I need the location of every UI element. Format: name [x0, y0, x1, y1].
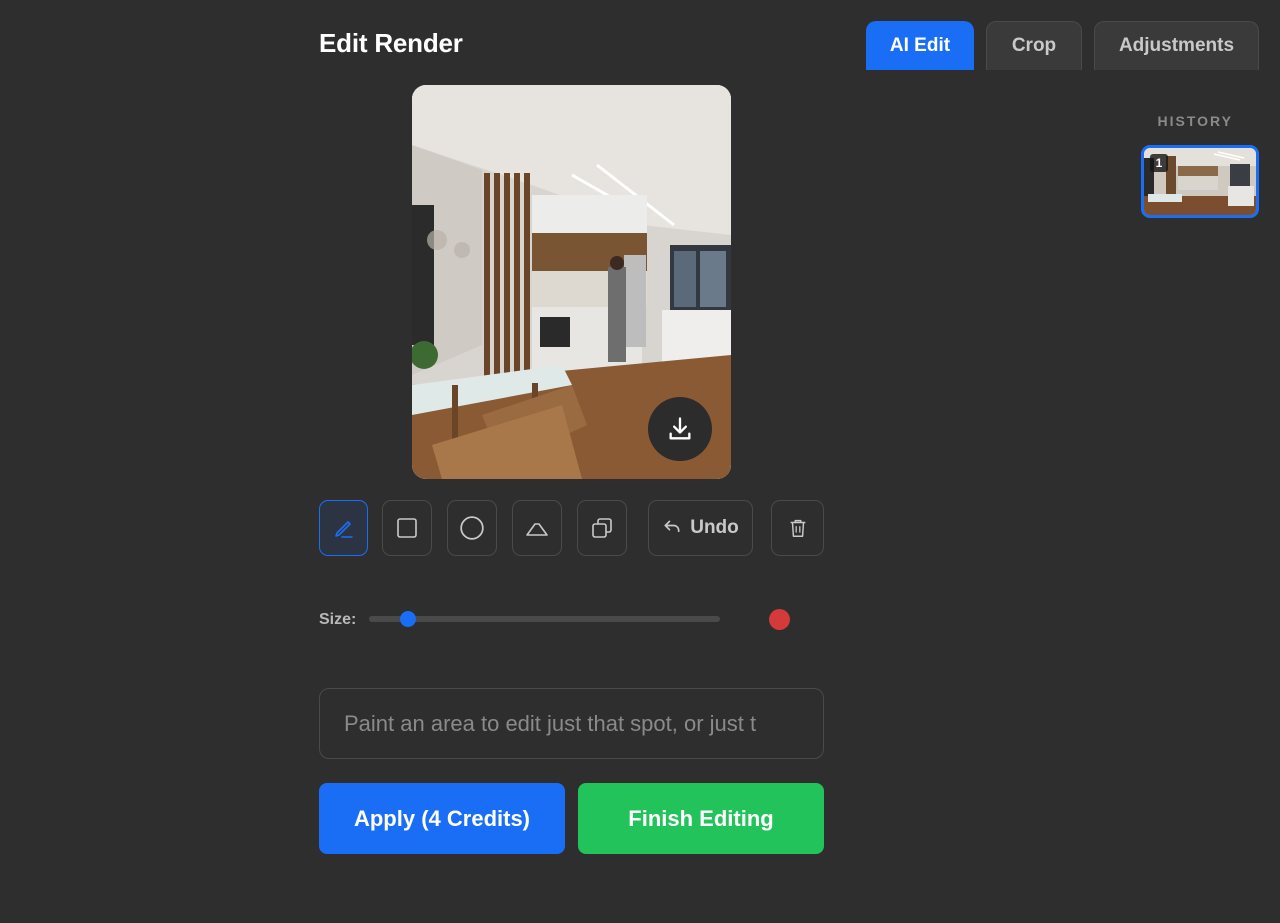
brush-size-label: Size: [319, 611, 357, 628]
tab-bar: AI Edit Crop Adjustments [866, 21, 1259, 70]
pencil-icon [334, 521, 353, 538]
history-heading: HISTORY [1157, 113, 1233, 129]
delete-button[interactable] [771, 500, 824, 556]
finish-editing-button[interactable]: Finish Editing [578, 783, 824, 854]
undo-button[interactable]: Undo [648, 500, 753, 556]
edit-render-page: Edit Render AI Edit Crop Adjustments HIS… [0, 0, 1280, 923]
circle-tool-button[interactable] [447, 500, 497, 556]
edit-prompt-input[interactable] [319, 688, 824, 759]
tab-ai-edit[interactable]: AI Edit [866, 21, 974, 70]
history-item[interactable]: 1 [1141, 145, 1259, 218]
undo-label: Undo [690, 517, 739, 538]
tab-adjustments[interactable]: Adjustments [1094, 21, 1259, 70]
rectangle-tool-button[interactable] [382, 500, 432, 556]
triangle-icon [526, 523, 548, 536]
tab-crop[interactable]: Crop [986, 21, 1082, 70]
brush-color-swatch[interactable] [769, 609, 790, 630]
history-item-number: 1 [1150, 154, 1168, 172]
copy-tool-button[interactable] [577, 500, 627, 556]
trash-icon [790, 519, 805, 537]
triangle-tool-button[interactable] [512, 500, 562, 556]
apply-button[interactable]: Apply (4 Credits) [319, 783, 565, 854]
page-title: Edit Render [319, 28, 463, 58]
download-icon [669, 417, 691, 440]
brush-size-slider[interactable] [369, 611, 720, 627]
pencil-tool-button[interactable] [319, 500, 368, 556]
circle-icon [460, 516, 484, 540]
square-icon [397, 518, 417, 538]
download-button[interactable] [648, 397, 712, 461]
undo-icon [664, 520, 680, 533]
slider-thumb[interactable] [399, 611, 416, 627]
copy-icon [592, 518, 612, 538]
